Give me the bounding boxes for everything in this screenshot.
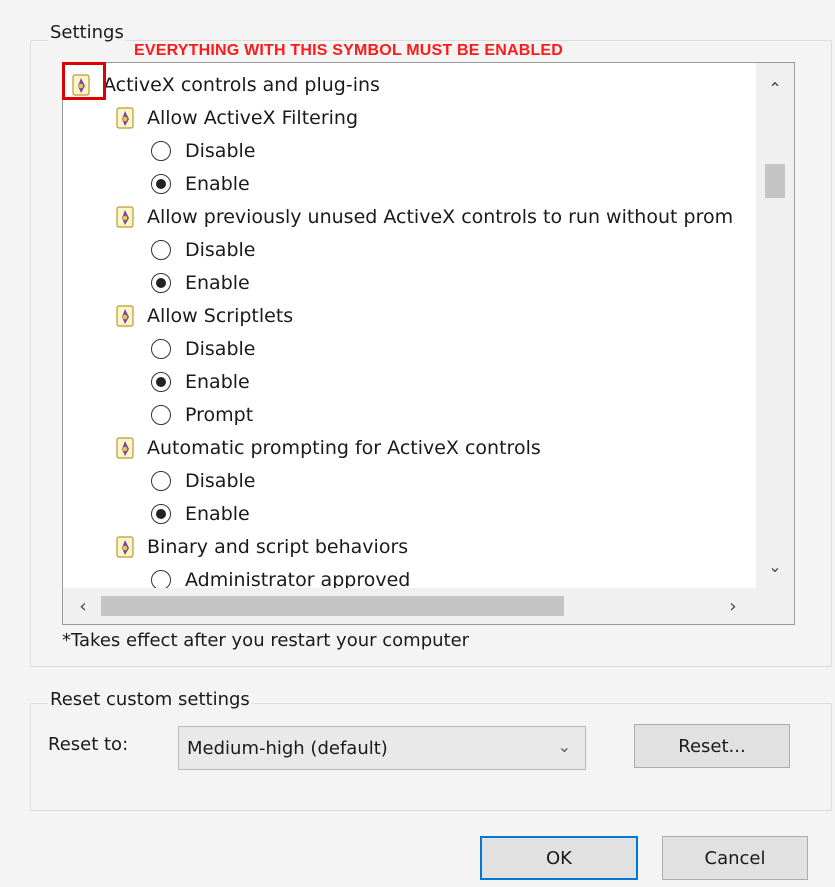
radio-checked-icon[interactable]	[151, 372, 171, 392]
radio-unchecked-icon[interactable]	[151, 339, 171, 359]
reset-button[interactable]: Reset...	[634, 724, 790, 768]
settings-item: Allow ActiveX Filtering	[115, 102, 358, 134]
radio-option[interactable]: Administrator approved	[151, 564, 410, 588]
row-label: Enable	[185, 503, 250, 525]
settings-listbox[interactable]: ActiveX controls and plug-ins Allow Activ…	[62, 62, 795, 625]
row-label: Allow previously unused ActiveX controls…	[147, 206, 734, 228]
radio-checked-icon[interactable]	[151, 273, 171, 293]
radio-option[interactable]: Enable	[151, 366, 250, 398]
row-label: Enable	[185, 371, 250, 393]
radio-unchecked-icon[interactable]	[151, 141, 171, 161]
security-level-value: Medium-high (default)	[187, 737, 388, 759]
radio-option[interactable]: Enable	[151, 267, 250, 299]
row-label: Enable	[185, 173, 250, 195]
row-label: Disable	[185, 140, 256, 162]
security-settings-dialog: Settings EVERYTHING WITH THIS SYMBOL MUS…	[0, 0, 835, 887]
radio-option[interactable]: Enable	[151, 168, 250, 200]
settings-group-label: Settings	[48, 22, 126, 43]
row-label: Binary and script behaviors	[147, 536, 409, 558]
row-label: Allow Scriptlets	[147, 305, 294, 327]
radio-unchecked-icon[interactable]	[151, 405, 171, 425]
settings-item: Binary and script behaviors	[115, 531, 408, 563]
security-level-select[interactable]: Medium-high (default) ⌄	[178, 726, 586, 770]
radio-checked-icon[interactable]	[151, 174, 171, 194]
row-label: Administrator approved	[185, 569, 411, 588]
radio-option[interactable]: Disable	[151, 234, 255, 266]
vertical-scroll-thumb[interactable]	[765, 164, 785, 198]
reset-group-label: Reset custom settings	[48, 689, 252, 710]
radio-option[interactable]: Disable	[151, 333, 255, 365]
settings-gear-page-icon	[116, 107, 134, 129]
scroll-down-icon[interactable]: ⌄	[756, 549, 794, 583]
row-label: ActiveX controls and plug-ins	[103, 74, 380, 96]
row-label: Disable	[185, 338, 256, 360]
settings-category: ActiveX controls and plug-ins	[71, 69, 380, 101]
radio-option[interactable]: Enable	[151, 498, 250, 530]
radio-unchecked-icon[interactable]	[151, 471, 171, 491]
settings-item: Allow Scriptlets	[115, 300, 293, 332]
settings-gear-page-icon	[116, 536, 134, 558]
red-annotation-text: EVERYTHING WITH THIS SYMBOL MUST BE ENAB…	[134, 42, 564, 59]
ok-button[interactable]: OK	[480, 836, 638, 880]
red-highlight-box	[62, 62, 106, 100]
scroll-right-icon[interactable]: ›	[715, 588, 751, 624]
radio-unchecked-icon[interactable]	[151, 240, 171, 260]
horizontal-scrollbar[interactable]: ‹ ›	[63, 588, 794, 624]
settings-item: Automatic prompting for ActiveX controls	[115, 432, 541, 464]
row-label: Automatic prompting for ActiveX controls	[147, 437, 541, 459]
radio-option[interactable]: Disable	[151, 465, 255, 497]
horizontal-scroll-thumb[interactable]	[101, 596, 564, 616]
row-label: Allow ActiveX Filtering	[147, 107, 359, 129]
cancel-button[interactable]: Cancel	[662, 836, 808, 880]
settings-gear-page-icon	[116, 305, 134, 327]
row-label: Prompt	[185, 404, 254, 426]
radio-option[interactable]: Prompt	[151, 399, 253, 431]
settings-gear-page-icon	[116, 437, 134, 459]
settings-item: Allow previously unused ActiveX controls…	[115, 201, 733, 233]
radio-unchecked-icon[interactable]	[151, 570, 171, 588]
chevron-down-icon: ⌄	[557, 737, 571, 756]
radio-option[interactable]: Disable	[151, 135, 255, 167]
scroll-left-icon[interactable]: ‹	[65, 588, 101, 624]
row-label: Disable	[185, 470, 256, 492]
restart-footnote: *Takes effect after you restart your com…	[62, 630, 470, 651]
scroll-up-icon[interactable]: ⌃	[756, 71, 794, 105]
radio-checked-icon[interactable]	[151, 504, 171, 524]
settings-list: ActiveX controls and plug-ins Allow Activ…	[63, 63, 753, 588]
vertical-scrollbar[interactable]: ⌃ ⌄	[756, 63, 794, 588]
reset-to-label: Reset to:	[48, 734, 129, 755]
row-label: Enable	[185, 272, 250, 294]
settings-gear-page-icon	[116, 206, 134, 228]
row-label: Disable	[185, 239, 256, 261]
